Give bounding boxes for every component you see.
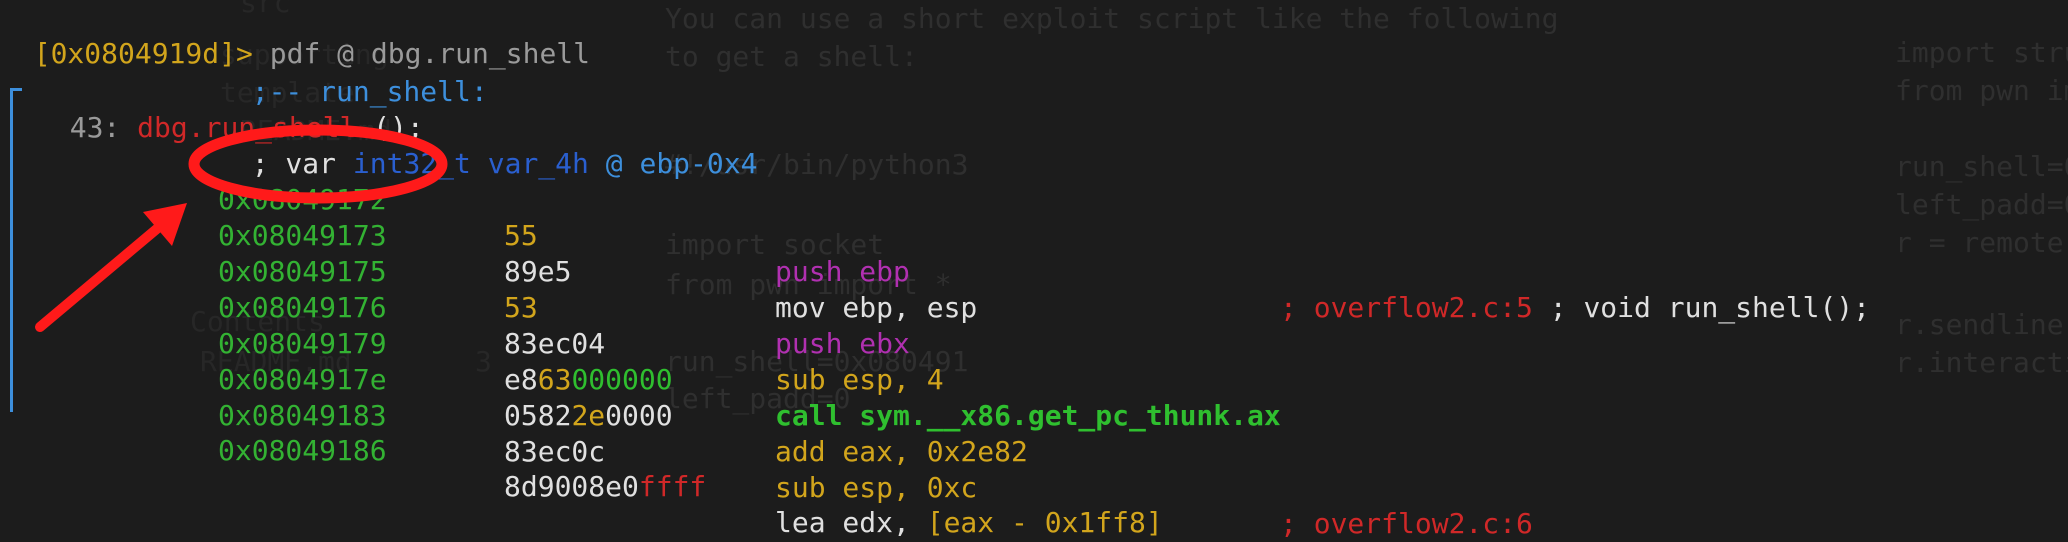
instruction-text: lea edx, [eax - 0x1ff8]	[775, 505, 1163, 541]
instruction-operands: [eax - 0x1ff8]	[909, 506, 1163, 539]
instruction-text: add eax, 0x2e82	[775, 434, 1028, 470]
instruction-mnemonic: lea edx,	[775, 506, 910, 539]
source-comment: ; overflow2.c:6	[1280, 507, 1533, 540]
instruction-text: sub esp, 0xc	[775, 470, 977, 506]
instruction-bytes: 8d9008e0ffff	[504, 469, 706, 505]
instruction-mnemonic: add eax,	[775, 435, 910, 468]
instruction-operands: 0x2e82	[909, 435, 1028, 468]
instruction-mnemonic: sub esp,	[775, 471, 910, 504]
annotation-circle	[188, 124, 448, 204]
bytes-part: ffff	[638, 470, 707, 503]
annotation-arrow-shaft	[35, 217, 170, 332]
instruction-operands: 0xc	[909, 471, 978, 504]
annotation-overlay	[35, 124, 448, 332]
bytes-part: 8d9008e0	[504, 470, 639, 503]
instruction-address: 0x08049186	[218, 434, 387, 467]
instruction-bytes: 83ec0c	[504, 435, 606, 468]
